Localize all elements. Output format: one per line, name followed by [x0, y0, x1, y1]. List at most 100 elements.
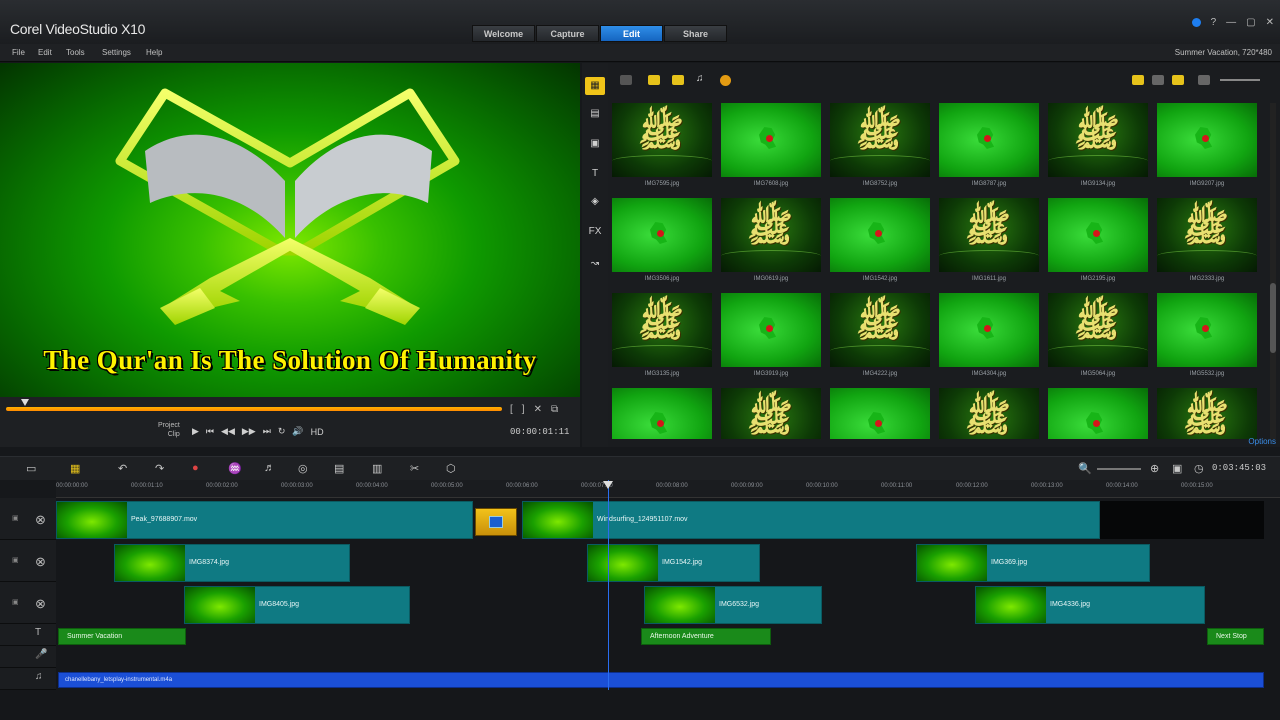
- library-thumbnail[interactable]: ﷺ IMG3135.jpg: [612, 293, 712, 389]
- library-thumbnail[interactable]: ﷺ IMG1611.jpg: [939, 198, 1039, 294]
- scrub-handle-icon[interactable]: [21, 399, 29, 406]
- record-icon[interactable]: ●: [192, 462, 199, 474]
- library-thumbnail[interactable]: ﷺ IMG8752.jpg: [830, 103, 930, 199]
- prev-frame-icon[interactable]: ◀◀: [221, 426, 235, 437]
- library-thumbnail[interactable]: ﷺ IMG2333.jpg: [1157, 198, 1257, 294]
- help-icon[interactable]: ?: [1211, 17, 1217, 28]
- library-thumbnail[interactable]: IMG5532.jpg: [1157, 293, 1257, 389]
- folder-icon[interactable]: [620, 75, 632, 85]
- menu-settings[interactable]: Settings: [102, 48, 131, 57]
- subtitle-editor-icon[interactable]: ▤: [334, 462, 344, 475]
- video-track-header[interactable]: ▣ ⊗: [0, 498, 56, 540]
- thumbnail-view-icon[interactable]: [1132, 75, 1144, 85]
- sort-icon[interactable]: [1198, 75, 1210, 85]
- transition-clip[interactable]: [475, 508, 517, 536]
- grid-view-icon[interactable]: [1172, 75, 1184, 85]
- overlay-clip[interactable]: IMG369.jpg: [916, 544, 1150, 582]
- list-view-icon[interactable]: [1152, 75, 1164, 85]
- storyboard-view-icon[interactable]: ▭: [26, 462, 36, 475]
- clock-icon[interactable]: ◷: [1194, 462, 1204, 475]
- library-thumbnail[interactable]: ﷺ IMG4222.jpg: [830, 293, 930, 389]
- browse-icon[interactable]: [720, 75, 731, 86]
- library-thumbnail[interactable]: IMG3919.jpg: [721, 293, 821, 389]
- maximize-icon[interactable]: ▢: [1246, 17, 1255, 28]
- mask-icon[interactable]: ⬡: [446, 462, 456, 475]
- overlay-clip[interactable]: IMG6532.jpg: [644, 586, 822, 624]
- instant-project-icon[interactable]: ▤: [585, 105, 605, 123]
- music-clip[interactable]: chanellebany_letsplay-instrumental.m4a: [58, 672, 1264, 688]
- minimize-icon[interactable]: —: [1226, 17, 1236, 28]
- sound-mixer-icon[interactable]: ♒: [228, 462, 242, 475]
- zoom-in-icon[interactable]: ⊕: [1150, 462, 1159, 475]
- close-icon[interactable]: ✕: [1266, 17, 1274, 28]
- library-thumbnail[interactable]: [1048, 388, 1148, 439]
- title-icon[interactable]: T: [585, 165, 605, 183]
- library-thumbnail[interactable]: IMG8787.jpg: [939, 103, 1039, 199]
- zoom-out-icon[interactable]: 🔍: [1078, 462, 1092, 475]
- mode-label[interactable]: Project Clip: [158, 421, 180, 439]
- zoom-slider[interactable]: [1097, 468, 1141, 470]
- scrub-bar[interactable]: [6, 407, 502, 411]
- undo-icon[interactable]: ↶: [118, 462, 127, 475]
- status-dot-icon[interactable]: [1191, 18, 1201, 27]
- preview-timecode[interactable]: 00:00:01:11: [510, 427, 569, 437]
- fx-icon[interactable]: FX: [585, 223, 605, 241]
- menu-file[interactable]: File: [12, 48, 25, 57]
- show-video-icon[interactable]: [648, 75, 660, 85]
- playhead-handle-icon[interactable]: [603, 481, 613, 489]
- options-button[interactable]: Options: [1248, 437, 1276, 446]
- fit-icon[interactable]: ▣: [1172, 462, 1182, 475]
- music-track-header[interactable]: ♫: [0, 668, 56, 690]
- overlay-track-2-header[interactable]: ▣ ⊗: [0, 582, 56, 624]
- volume-icon[interactable]: 🔊: [292, 426, 303, 437]
- library-thumbnail[interactable]: IMG4304.jpg: [939, 293, 1039, 389]
- library-thumbnail[interactable]: ﷺ IMG9134.jpg: [1048, 103, 1148, 199]
- tab-share[interactable]: Share: [664, 25, 727, 42]
- mark-in-icon[interactable]: [: [510, 404, 513, 415]
- library-thumbnail[interactable]: ﷺ IMG5064.jpg: [1048, 293, 1148, 389]
- library-thumbnail[interactable]: IMG1542.jpg: [830, 198, 930, 294]
- media-icon[interactable]: ▦: [585, 77, 605, 95]
- video-clip[interactable]: Peak_97688907.mov: [56, 501, 473, 539]
- redo-icon[interactable]: ↷: [155, 462, 164, 475]
- tab-capture[interactable]: Capture: [536, 25, 599, 42]
- thumbnail-size-slider[interactable]: [1220, 79, 1260, 81]
- copy-icon[interactable]: ⧉: [551, 404, 558, 415]
- library-thumbnail[interactable]: ﷺ IMG0619.jpg: [721, 198, 821, 294]
- library-thumbnail[interactable]: [830, 388, 930, 439]
- split-icon[interactable]: ✕: [534, 404, 542, 415]
- multi-trim-icon[interactable]: ▥: [372, 462, 382, 475]
- graphics-icon[interactable]: ◈: [585, 193, 605, 211]
- title-clip[interactable]: Afternoon Adventure: [641, 628, 771, 645]
- mark-out-icon[interactable]: ]: [522, 404, 525, 415]
- time-ruler[interactable]: 00:00:00:00 00:00:01:10 00:00:02:00 00:00:0…: [56, 480, 1280, 498]
- end-icon[interactable]: ⏭: [263, 426, 271, 437]
- library-scrollbar[interactable]: [1270, 103, 1276, 439]
- library-thumbnail[interactable]: [612, 388, 712, 439]
- library-thumbnail[interactable]: IMG2195.jpg: [1048, 198, 1148, 294]
- overlay-track-1-header[interactable]: ▣ ⊗: [0, 540, 56, 582]
- library-thumbnail[interactable]: IMG3506.jpg: [612, 198, 712, 294]
- menu-edit[interactable]: Edit: [38, 48, 52, 57]
- track-visible-icon[interactable]: ▣: [12, 514, 19, 522]
- library-thumbnail[interactable]: ﷺ IMG7595.jpg: [612, 103, 712, 199]
- title-track-header[interactable]: T: [0, 624, 56, 646]
- auto-music-icon[interactable]: ♬: [264, 462, 275, 474]
- overlay-clip[interactable]: IMG8405.jpg: [184, 586, 410, 624]
- library-thumbnail[interactable]: IMG7608.jpg: [721, 103, 821, 199]
- transition-icon[interactable]: ▣: [585, 135, 605, 153]
- track-visible-icon[interactable]: ▣: [12, 556, 19, 564]
- scrollbar-thumb[interactable]: [1270, 283, 1276, 353]
- title-clip[interactable]: Summer Vacation: [58, 628, 186, 645]
- show-audio-icon[interactable]: ♫: [696, 73, 708, 84]
- timeline-timecode[interactable]: 0:03:45:03: [1212, 463, 1266, 473]
- show-photo-icon[interactable]: [672, 75, 684, 85]
- hd-label[interactable]: HD: [311, 427, 324, 437]
- tab-welcome[interactable]: Welcome: [472, 25, 535, 42]
- library-thumbnail[interactable]: ﷺ: [721, 388, 821, 439]
- timeline-view-icon[interactable]: ▦: [70, 462, 80, 475]
- title-clip[interactable]: Next Stop: [1207, 628, 1264, 645]
- menu-tools[interactable]: Tools: [66, 48, 85, 57]
- library-thumbnail[interactable]: ﷺ: [939, 388, 1039, 439]
- playhead[interactable]: [608, 480, 609, 690]
